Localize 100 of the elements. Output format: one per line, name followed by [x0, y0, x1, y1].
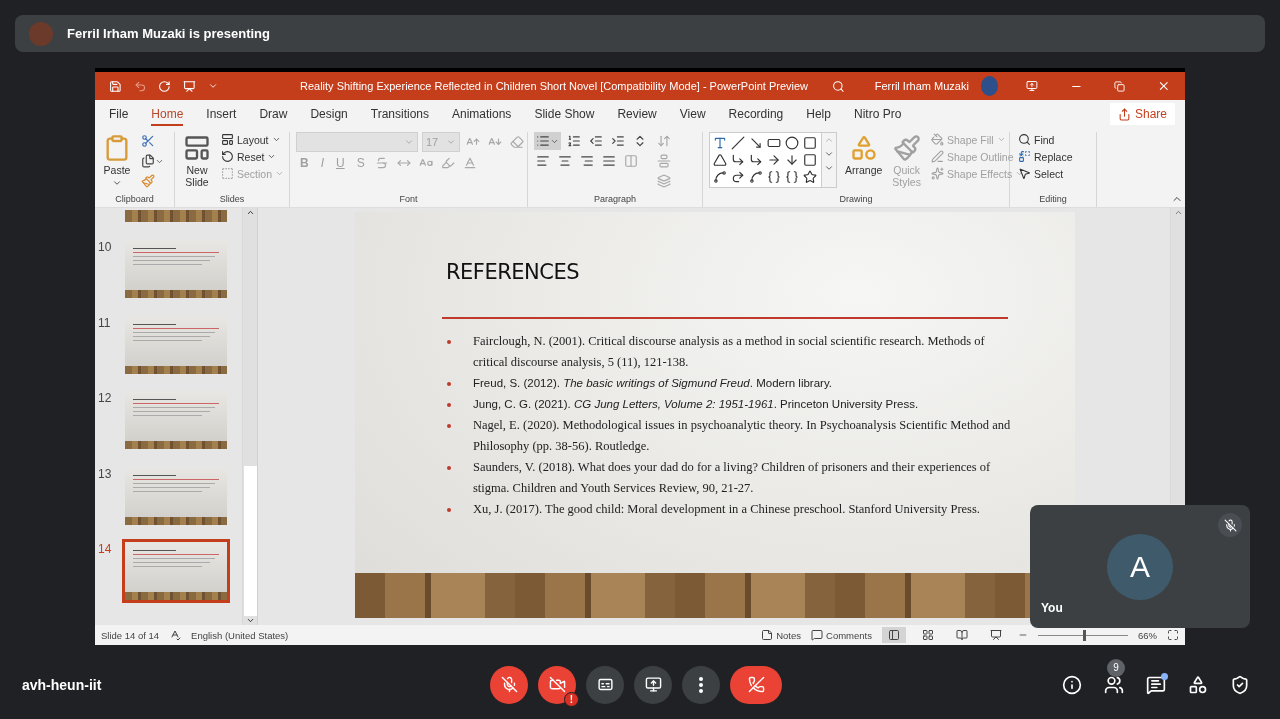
shape-icon[interactable] [713, 153, 727, 167]
presenter-avatar [29, 21, 53, 46]
shapes-icon [849, 134, 878, 162]
share-button[interactable]: Share [1109, 103, 1175, 125]
shape-icon[interactable] [785, 153, 799, 167]
shape-icon[interactable] [785, 170, 799, 184]
align-left-icon[interactable] [536, 154, 550, 168]
ribbon-tab[interactable]: Slide Show [534, 102, 595, 126]
bullet-icon [447, 466, 451, 470]
present-button[interactable] [634, 665, 672, 704]
shape-icon[interactable] [731, 153, 745, 167]
slide-number: 14 [97, 542, 113, 558]
people-icon[interactable] [1104, 674, 1124, 695]
shape-icon[interactable] [767, 136, 781, 150]
redo-icon[interactable] [158, 78, 172, 94]
arrange-button[interactable]: Arrange [843, 132, 885, 179]
align-center-icon[interactable] [558, 154, 572, 168]
more-icon[interactable] [824, 163, 834, 173]
microphone-button[interactable] [490, 665, 528, 704]
shape-icon[interactable] [803, 136, 817, 150]
slide-thumbnail[interactable] [125, 391, 227, 449]
paint-bucket-icon [930, 133, 944, 146]
shape-icon[interactable] [713, 136, 727, 150]
slide-number: 10 [97, 240, 113, 256]
ribbon-tab[interactable]: File [109, 102, 129, 126]
group-label: Drawing [839, 194, 873, 206]
slide-thumbnail[interactable] [125, 315, 227, 374]
ribbon-tab[interactable]: Nitro Pro [853, 102, 902, 126]
ribbon-tab[interactable]: Transitions [370, 102, 429, 126]
ribbon-tab[interactable]: Animations [452, 102, 512, 126]
shape-icon[interactable] [731, 170, 745, 184]
slide-thumbnail[interactable] [125, 240, 227, 298]
bullet-icon [447, 508, 451, 512]
scroll-down-icon[interactable] [824, 149, 834, 159]
shape-icon[interactable] [767, 170, 781, 184]
ribbon-display-icon[interactable] [1025, 79, 1038, 93]
shape-icon[interactable] [749, 136, 763, 150]
reference-text: Jung, C. G. (2021). CG Jung Letters, Volume 2: 1951-1961. Princeton University Press. [473, 397, 920, 412]
cut-icon[interactable] [141, 134, 155, 148]
align-right-icon[interactable] [580, 154, 594, 168]
view-button[interactable] [882, 627, 906, 643]
shape-icon[interactable] [767, 153, 781, 167]
scrollbar[interactable] [1170, 208, 1185, 504]
info-icon[interactable] [1062, 674, 1082, 695]
reset-icon [221, 150, 234, 163]
presentation-icon[interactable] [183, 78, 196, 94]
new-slide-button[interactable]: New Slide [181, 132, 213, 191]
shapes-icon[interactable] [1188, 674, 1208, 695]
search-icon[interactable] [832, 78, 845, 94]
shape-icon[interactable] [803, 170, 817, 184]
self-avatar: A [1107, 534, 1173, 600]
ribbon-tab[interactable]: Design [310, 102, 348, 126]
numbering-icon[interactable] [567, 134, 581, 148]
leave-call-button[interactable] [730, 665, 782, 704]
scrollbar[interactable] [242, 208, 257, 625]
shape-icon[interactable] [785, 136, 799, 150]
spell-check-icon[interactable] [169, 629, 182, 641]
reference-text: Fairclough, N. (2001). Critical discourse analysis as a method in social scientific research. Methods of critical discourse analysis, 5 (11), 121-138. [473, 333, 986, 371]
camera-button[interactable]: ! [538, 665, 576, 704]
participant-count: 9 [1107, 658, 1125, 677]
slide-thumbnail[interactable] [125, 466, 227, 525]
ribbon-tab[interactable]: Home [151, 102, 184, 126]
shape-icon[interactable] [713, 170, 727, 184]
chat-icon[interactable] [1146, 674, 1166, 695]
ribbon-tab[interactable]: Recording [728, 102, 784, 126]
decrease-indent-icon[interactable] [589, 134, 603, 148]
shape-icon[interactable] [731, 136, 745, 150]
captions-button[interactable] [586, 665, 624, 704]
save-icon[interactable] [109, 78, 122, 94]
ribbon-tab[interactable]: Review [617, 102, 657, 126]
slide-number: 12 [97, 391, 113, 407]
slides-option[interactable]: Reset [219, 149, 287, 164]
restore-icon[interactable] [1114, 79, 1126, 93]
share-icon [1117, 107, 1131, 121]
shape-icon[interactable] [749, 153, 763, 167]
scroll-up-icon[interactable] [245, 208, 255, 217]
captions-icon [596, 676, 614, 693]
comments-button[interactable]: Comments [811, 629, 872, 641]
increase-indent-icon[interactable] [611, 134, 625, 148]
zoom-thumb[interactable] [1083, 629, 1086, 641]
slide-thumbnail[interactable] [122, 539, 230, 603]
bullets-button[interactable] [534, 132, 561, 150]
paste-button[interactable]: Paste [101, 132, 133, 190]
ribbon-tab[interactable]: Insert [206, 102, 237, 126]
copy-icon[interactable] [141, 154, 155, 168]
justify-icon[interactable] [602, 154, 616, 168]
scroll-down-icon[interactable] [245, 616, 255, 625]
ribbon-tab[interactable]: Help [806, 102, 831, 126]
ribbon-tab[interactable]: View [679, 102, 706, 126]
slide-title: REFERENCES [446, 260, 581, 284]
slides-option[interactable]: Layout [219, 132, 287, 147]
shape-icon[interactable] [803, 153, 817, 167]
fit-slide-icon[interactable] [1167, 629, 1179, 641]
ribbon-tab[interactable]: Draw [259, 102, 288, 126]
scroll-up-icon[interactable] [1173, 208, 1183, 217]
notes-button[interactable]: Notes [761, 629, 802, 641]
language-text: English (United States) [191, 629, 289, 641]
shield-icon[interactable] [1230, 674, 1250, 695]
more-options-button[interactable] [682, 665, 720, 704]
shape-icon[interactable] [749, 170, 763, 184]
